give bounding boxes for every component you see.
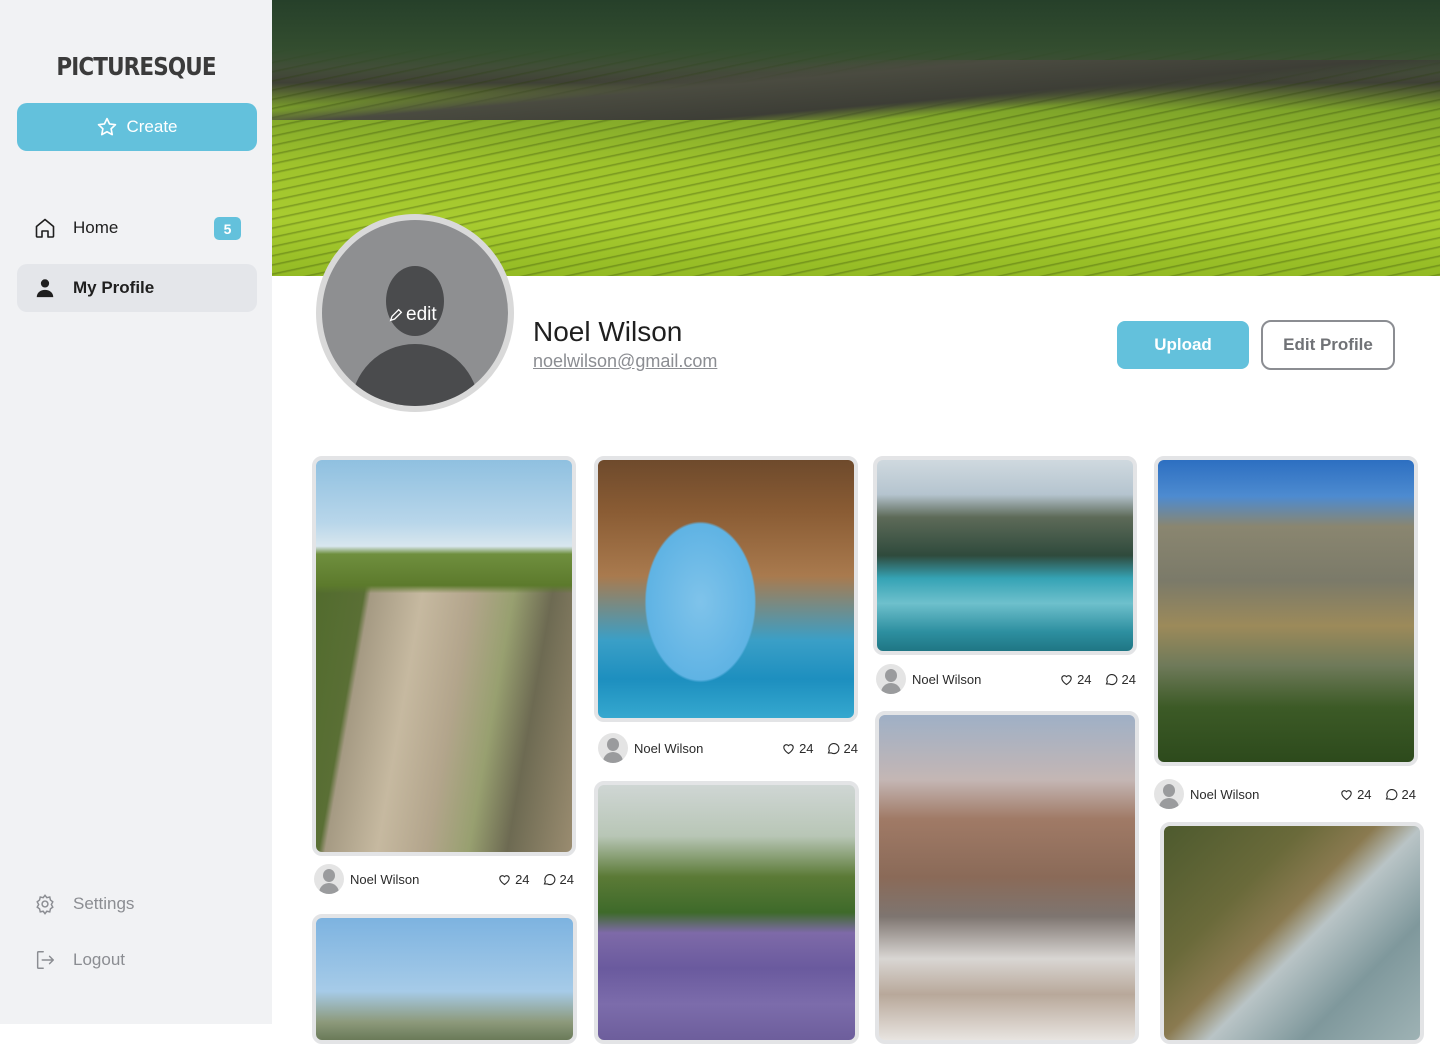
post-image-sea-arch[interactable]: [594, 456, 858, 722]
like-button[interactable]: 24: [497, 871, 530, 887]
like-button[interactable]: 24: [1339, 786, 1372, 802]
post-author[interactable]: Noel Wilson: [912, 672, 1047, 687]
sidebar-item-label: Home: [73, 218, 119, 237]
heart-icon: [499, 874, 510, 885]
post-image-coastal-cliff[interactable]: [312, 456, 576, 856]
profile-name: Noel Wilson: [533, 316, 683, 347]
post-meta: Noel Wilson 24 24: [598, 732, 858, 764]
sidebar-item-my-profile[interactable]: My Profile: [17, 264, 257, 312]
comment-icon: [1385, 788, 1397, 800]
avatar-edit-button[interactable]: edit: [388, 304, 437, 326]
avatar-body-shape: [351, 344, 479, 406]
sidebar-item-home[interactable]: Home 5: [17, 204, 257, 252]
notification-badge: 5: [214, 217, 241, 240]
pencil-icon: [389, 308, 403, 322]
author-avatar[interactable]: [314, 864, 344, 894]
post-image-lavender-field[interactable]: [594, 781, 859, 1044]
post-image-green-cliff[interactable]: [1160, 822, 1424, 1044]
like-count: 24: [515, 871, 530, 887]
heart-icon: [1341, 789, 1352, 800]
logout-icon: [33, 948, 57, 972]
author-avatar[interactable]: [598, 733, 628, 763]
sidebar-item-label: Settings: [73, 894, 135, 913]
comment-button[interactable]: 24: [542, 872, 574, 887]
sidebar: PICTURESQUE Create Home 5 My Profile Set…: [0, 0, 272, 1024]
profile-avatar[interactable]: edit: [316, 214, 514, 412]
sidebar-item-settings[interactable]: Settings: [17, 880, 257, 928]
post-meta: Noel Wilson 24 24: [314, 863, 574, 895]
edit-profile-button[interactable]: Edit Profile: [1261, 320, 1395, 370]
home-icon: [33, 216, 57, 240]
create-button-label: Create: [126, 117, 178, 136]
gear-icon: [33, 892, 57, 916]
author-avatar[interactable]: [1154, 779, 1184, 809]
comment-button[interactable]: 24: [826, 741, 858, 756]
create-button[interactable]: Create: [17, 103, 257, 151]
comment-count: 24: [559, 871, 574, 887]
heart-icon: [783, 743, 794, 754]
heart-icon: [1061, 674, 1072, 685]
post-author[interactable]: Noel Wilson: [350, 872, 485, 887]
author-avatar[interactable]: [876, 664, 906, 694]
post-image-mountain-lake[interactable]: [873, 456, 1137, 655]
avatar-edit-label: edit: [406, 304, 437, 325]
upload-button[interactable]: Upload: [1117, 321, 1249, 369]
like-button[interactable]: 24: [1059, 671, 1092, 687]
like-count: 24: [799, 740, 814, 756]
app-logo[interactable]: PICTURESQUE: [19, 52, 253, 81]
comment-icon: [827, 742, 839, 754]
profile-email[interactable]: noelwilson@gmail.com: [533, 351, 717, 372]
comment-count: 24: [1121, 671, 1136, 687]
post-meta: Noel Wilson 24 24: [876, 663, 1136, 695]
like-button[interactable]: 24: [781, 740, 814, 756]
sidebar-item-label: Logout: [73, 950, 125, 969]
like-count: 24: [1357, 786, 1372, 802]
post-meta: Noel Wilson 24 24: [1154, 778, 1416, 810]
avatar: edit: [322, 220, 508, 406]
post-image-canyon-valley[interactable]: [1154, 456, 1418, 766]
comment-button[interactable]: 24: [1104, 672, 1136, 687]
comment-count: 24: [843, 740, 858, 756]
post-image-dolomite-village[interactable]: [875, 711, 1139, 1044]
like-count: 24: [1077, 671, 1092, 687]
comment-count: 24: [1401, 786, 1416, 802]
star-icon: [98, 117, 117, 136]
comment-button[interactable]: 24: [1384, 787, 1416, 802]
sidebar-item-logout[interactable]: Logout: [17, 936, 257, 984]
post-author[interactable]: Noel Wilson: [1190, 787, 1327, 802]
user-icon: [33, 276, 57, 300]
post-author[interactable]: Noel Wilson: [634, 741, 769, 756]
post-image-mountain-ridge[interactable]: [312, 914, 577, 1044]
sidebar-item-label: My Profile: [73, 278, 155, 297]
comment-icon: [1105, 673, 1117, 685]
comment-icon: [543, 873, 555, 885]
